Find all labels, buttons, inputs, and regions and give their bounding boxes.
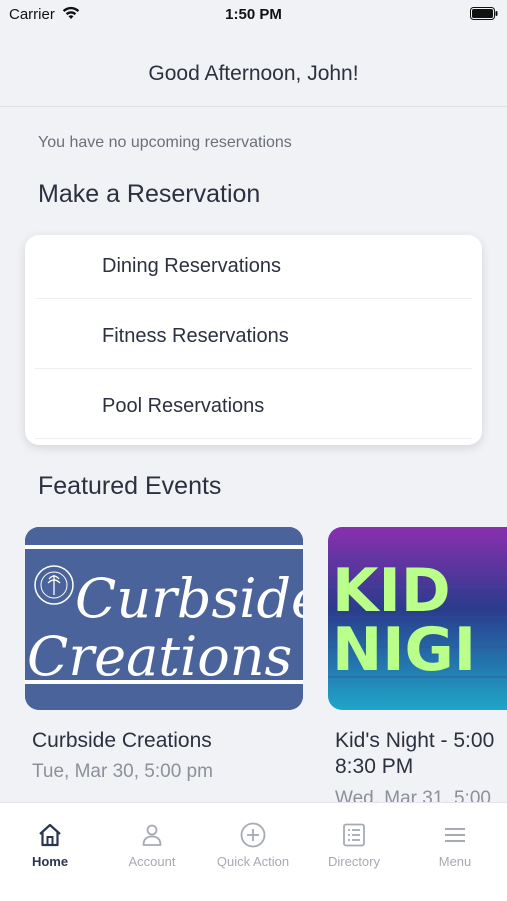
make-reservation-heading: Make a Reservation [38,180,261,208]
tab-home[interactable]: Home [0,803,100,883]
image-text-line-1: Curbside [75,567,303,630]
tab-label: Directory [327,854,380,869]
tab-directory[interactable]: Directory [304,803,404,883]
tab-label: Menu [438,854,472,869]
account-icon [142,824,162,846]
tab-label: Account [128,854,176,869]
tab-label: Quick Action [216,854,290,869]
home-icon [39,823,61,847]
plus-circle-icon [240,822,266,848]
battery-icon [470,7,498,20]
fitness-reservations-item[interactable]: Fitness Reservations [35,305,472,375]
reservation-options-card: Dining Reservations Fitness Reservations… [25,235,482,445]
pool-reservations-label: Pool Reservations [102,395,265,417]
fitness-reservations-label: Fitness Reservations [102,325,289,347]
divider [35,368,472,369]
bottom-tab-bar: Home Account Quick Action Directory Menu [0,802,507,901]
dining-reservations-label: Dining Reservations [102,255,281,277]
pool-reservations-item[interactable]: Pool Reservations [35,375,472,445]
divider [35,298,472,299]
image-text-line-2: Creations [27,625,292,688]
event-date: Tue, Mar 30, 5:00 pm [32,761,213,782]
event-image-curbside[interactable]: Curbside Creations [25,527,303,710]
greeting-title: Good Afternoon, John! [148,62,359,85]
tab-label: Home [31,854,69,869]
status-bar: Carrier 1:50 PM [0,0,507,28]
event-title-line-2: 8:30 PM [335,755,414,778]
no-reservations-notice: You have no upcoming reservations [38,134,292,151]
tab-menu[interactable]: Menu [405,803,505,883]
directory-icon [343,823,365,847]
clock-time: 1:50 PM [225,6,282,23]
menu-icon [445,828,465,842]
image-text-line-2: NIGI [332,615,476,685]
dining-reservations-item[interactable]: Dining Reservations [35,235,472,305]
curbside-creations-artwork: Curbside Creations [25,527,303,710]
divider [35,438,472,439]
app-header: Good Afternoon, John! [0,28,507,107]
event-title-line-1: Kid's Night - 5:00 [335,729,495,752]
kids-night-artwork: KID NIGI [328,527,507,710]
featured-events-heading: Featured Events [38,472,222,500]
event-title: Curbside Creations [32,729,212,752]
event-image-kids-night[interactable]: KID NIGI [328,527,507,710]
tab-account[interactable]: Account [102,803,202,883]
featured-events-carousel[interactable]: Curbside Creations Curbside Creations Tu… [0,527,507,807]
tab-quick-action[interactable]: Quick Action [203,803,303,883]
